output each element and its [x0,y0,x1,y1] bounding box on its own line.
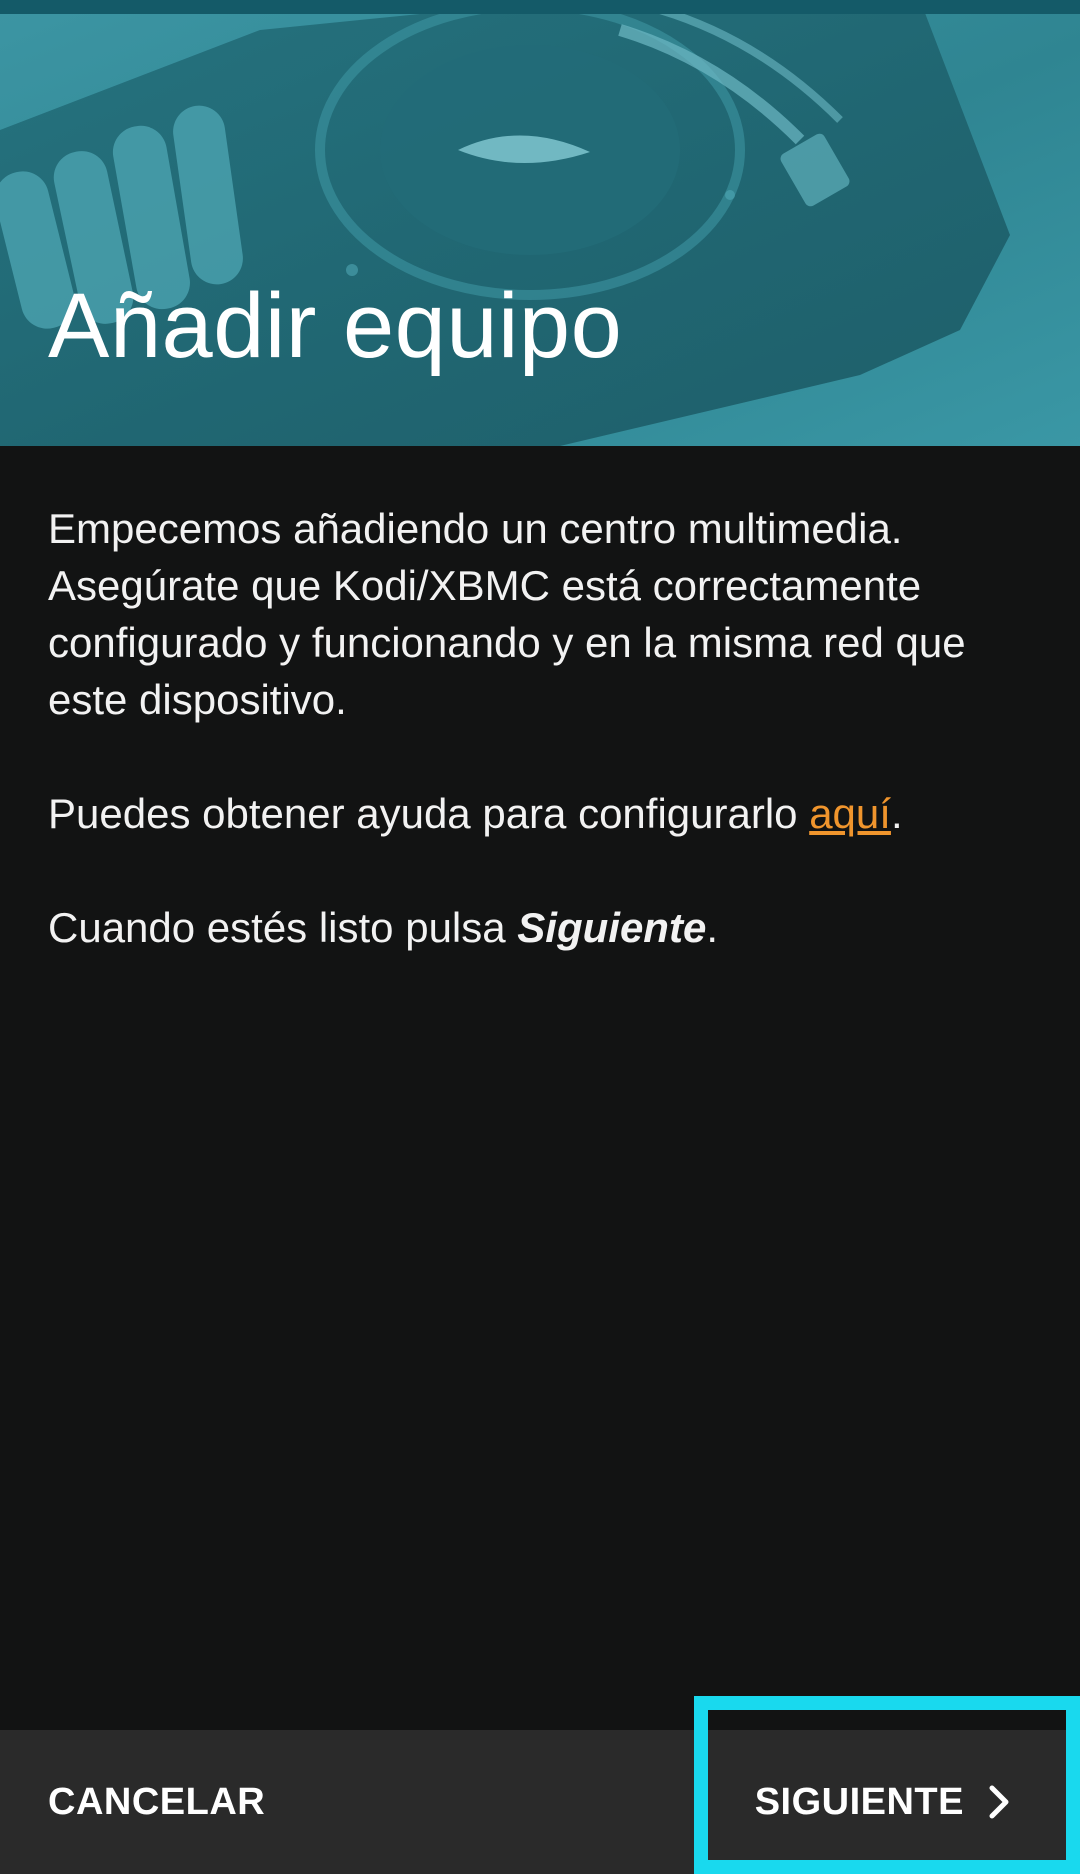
chevron-right-icon [989,1785,1009,1819]
ready-text-prefix: Cuando estés listo pulsa [48,904,518,951]
add-host-wizard-screen: Añadir equipo Empecemos añadiendo un cen… [0,0,1080,1874]
help-text-prefix: Puedes obtener ayuda para configurarlo [48,790,810,837]
next-emphasis: Siguiente [517,904,707,951]
next-button[interactable]: SIGUIENTE [708,1730,1066,1874]
ready-text: Cuando estés listo pulsa Siguiente. [48,899,1038,956]
header-banner: Añadir equipo [0,0,1080,446]
wizard-content: Empecemos añadiendo un centro multimedia… [48,500,1038,956]
help-text-suffix: . [890,790,903,837]
ready-text-suffix: . [706,904,718,951]
help-link[interactable]: aquí [809,790,891,837]
page-title: Añadir equipo [48,275,623,377]
wizard-bottom-bar: CANCELAR SIGUIENTE [0,1696,1080,1874]
status-bar-strip [0,0,1080,14]
tv-remote-artwork [0,0,1080,446]
help-text: Puedes obtener ayuda para configurarlo a… [48,785,1038,842]
cancel-button[interactable]: CANCELAR [0,1730,420,1874]
intro-text: Empecemos añadiendo un centro multimedia… [48,505,966,723]
next-button-label: SIGUIENTE [754,1780,964,1823]
